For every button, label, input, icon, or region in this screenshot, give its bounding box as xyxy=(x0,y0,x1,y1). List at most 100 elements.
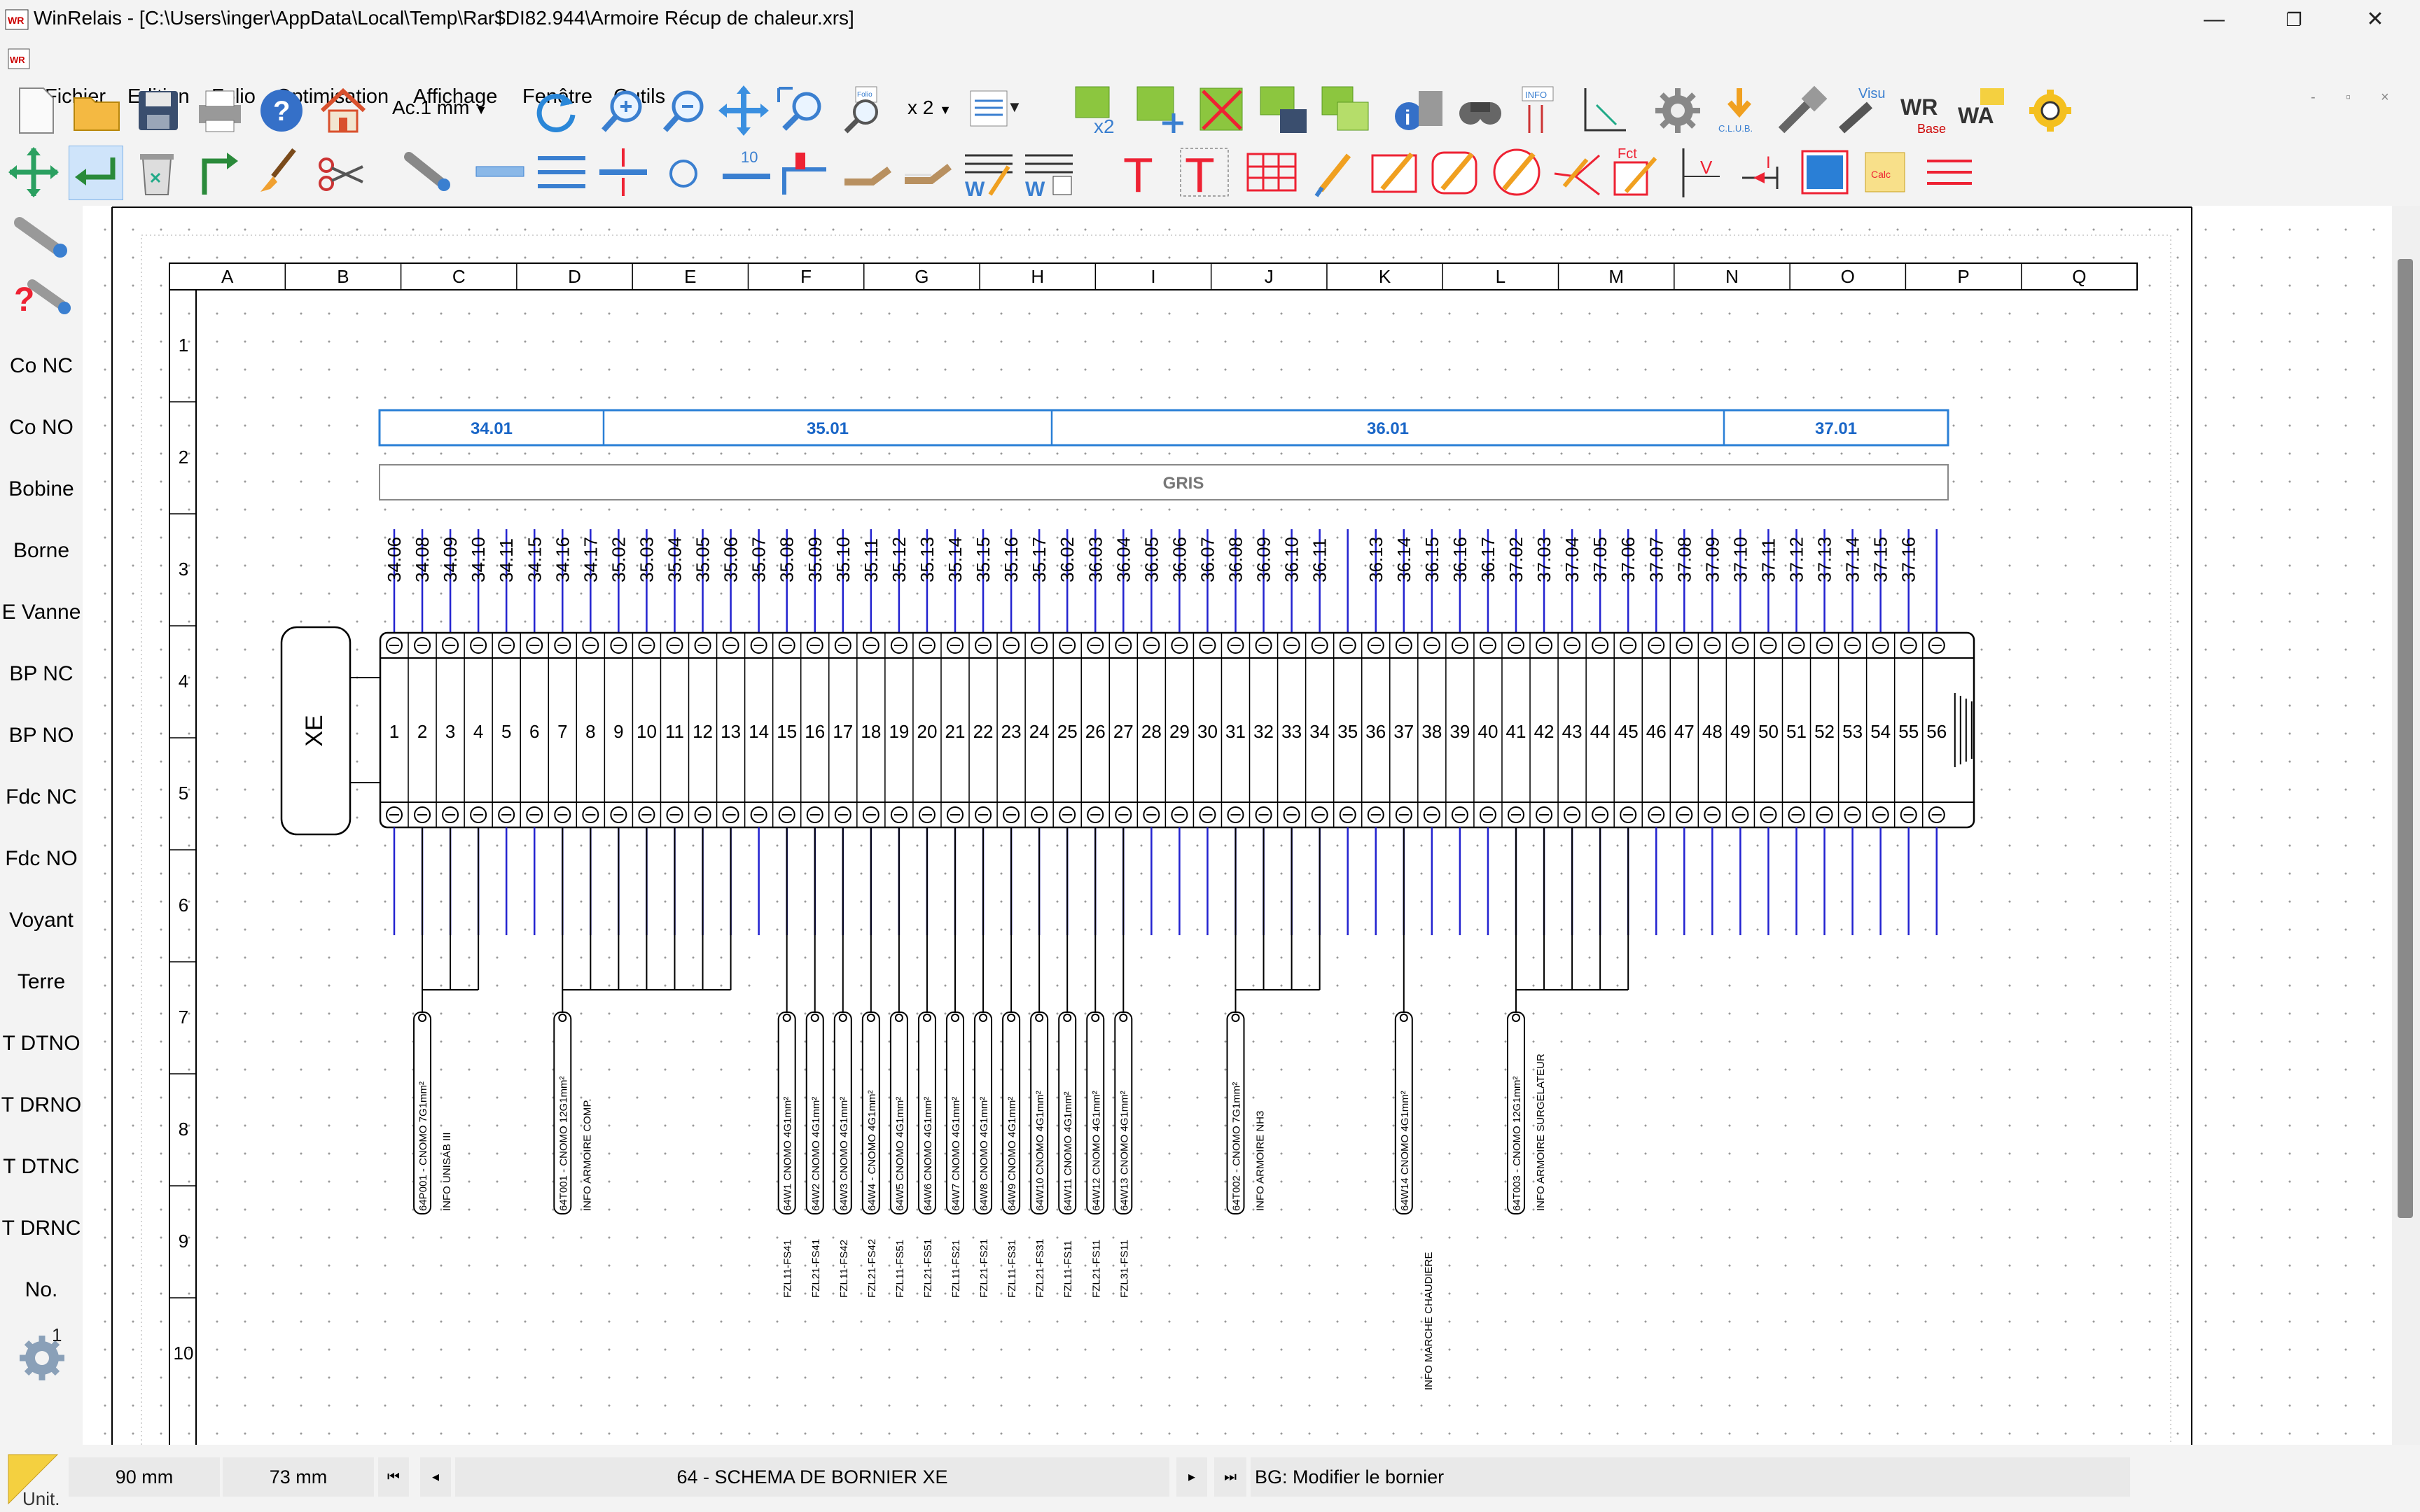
palette-t-drno[interactable]: T DRNO xyxy=(0,1093,83,1117)
image-icon[interactable] xyxy=(1798,146,1851,199)
pen-round-icon[interactable] xyxy=(1428,146,1482,199)
palette-t-drnc[interactable]: T DRNC xyxy=(0,1217,83,1240)
connector-icon[interactable] xyxy=(779,146,832,199)
visu-icon[interactable]: Visu xyxy=(1835,84,1888,137)
last-folio-button[interactable]: ⏭ xyxy=(1214,1457,1246,1497)
component-icon[interactable] xyxy=(11,213,74,262)
palette-co-no[interactable]: Co NO xyxy=(0,416,83,440)
vertical-scrollbar-thumb[interactable] xyxy=(2398,259,2413,1218)
duplicate-x2-icon[interactable]: x2 xyxy=(1073,84,1126,137)
palette-terre[interactable]: Terre xyxy=(0,970,83,994)
zoom-page-icon[interactable]: Folio xyxy=(837,84,891,137)
scale-select[interactable]: Ac.1 mm ▼ xyxy=(392,97,487,119)
top-label-50: 37.11 xyxy=(1758,538,1779,582)
folio-save-icon[interactable] xyxy=(1258,84,1311,137)
palette-t-dtno[interactable]: T DTNO xyxy=(0,1032,83,1056)
note-icon[interactable]: Calc xyxy=(1860,146,1913,199)
zoom-in-icon[interactable] xyxy=(597,84,650,137)
table-icon[interactable] xyxy=(1245,146,1298,199)
scissors-icon[interactable] xyxy=(314,146,367,199)
prev-folio-button[interactable]: ◂ xyxy=(420,1457,451,1497)
pen-icon[interactable] xyxy=(1308,146,1361,199)
print-icon[interactable] xyxy=(193,84,246,137)
trash-icon[interactable] xyxy=(130,146,183,199)
tool-icon[interactable] xyxy=(1774,84,1828,137)
line-icon[interactable] xyxy=(473,146,527,199)
redo-icon[interactable] xyxy=(529,84,583,137)
first-folio-button[interactable]: ⏮ xyxy=(378,1457,409,1497)
minimize-button[interactable]: — xyxy=(2199,6,2230,34)
i-marker-icon[interactable]: I xyxy=(1739,146,1793,199)
save-icon[interactable] xyxy=(132,84,185,137)
arrow-corner-icon[interactable] xyxy=(192,146,245,199)
gear-yellow-icon[interactable] xyxy=(2024,84,2077,137)
pan-icon[interactable] xyxy=(717,84,770,137)
svg-text:WR: WR xyxy=(8,15,24,26)
unit-icon[interactable]: Unit. xyxy=(6,1452,66,1509)
palette-bp-no[interactable]: BP NO xyxy=(0,724,83,748)
mdi-doc-icon[interactable]: WR xyxy=(6,45,34,73)
palette-number[interactable]: No. xyxy=(0,1278,83,1302)
settings-icon[interactable] xyxy=(1651,84,1704,137)
move-icon[interactable] xyxy=(1134,84,1188,137)
restore-button[interactable]: ❐ xyxy=(2279,6,2309,34)
schematic-canvas[interactable]: A B C D E F G H I J K L M N O P Q 1 2 3 4 5 6 7 8 9 10 34.01 35.01 36… xyxy=(83,206,2392,1445)
next-folio-button[interactable]: ▸ xyxy=(1176,1457,1207,1497)
cable-lug xyxy=(1399,1014,1408,1022)
palette-t-dtnc[interactable]: T DTNC xyxy=(0,1155,83,1179)
palette-fdc-nc[interactable]: Fdc NC xyxy=(0,785,83,809)
fct-icon[interactable]: Fct xyxy=(1612,146,1665,199)
palette-bp-nc[interactable]: BP NC xyxy=(0,662,83,686)
folio-list-icon[interactable]: ▼ xyxy=(966,84,1022,137)
wa-icon[interactable]: WA xyxy=(1955,84,2008,137)
zoom-window-icon[interactable] xyxy=(776,84,829,137)
palette-voyant[interactable]: Voyant xyxy=(0,909,83,932)
cable2-icon[interactable] xyxy=(900,146,954,199)
palette-co-nc[interactable]: Co NC xyxy=(0,354,83,378)
scale-value: Ac.1 mm xyxy=(392,97,470,118)
pen-circle-icon[interactable] xyxy=(1490,146,1543,199)
pen-rect-icon[interactable] xyxy=(1368,146,1421,199)
palette-bobine[interactable]: Bobine xyxy=(0,477,83,501)
new-icon[interactable] xyxy=(10,84,63,137)
palette-e-vanne[interactable]: E Vanne xyxy=(0,601,83,624)
split-line-icon[interactable] xyxy=(597,146,650,199)
cable-icon[interactable] xyxy=(840,146,893,199)
download-icon[interactable]: C.L.U.B. xyxy=(1713,84,1766,137)
terminal-number-17: 17 xyxy=(833,721,853,742)
triple-line-icon[interactable] xyxy=(1923,146,1976,199)
text-t-icon[interactable]: T xyxy=(1116,146,1169,202)
info-list-icon[interactable]: INFO xyxy=(1515,84,1569,137)
home-icon[interactable] xyxy=(317,84,370,137)
svg-text:▼: ▼ xyxy=(1007,98,1020,115)
component-help-icon[interactable]: ? xyxy=(11,273,74,322)
palette-fdc-no[interactable]: Fdc NO xyxy=(0,847,83,871)
help-icon[interactable]: ? xyxy=(255,84,308,137)
text-t-box-icon[interactable]: T xyxy=(1178,146,1231,202)
enter-icon[interactable] xyxy=(69,146,123,200)
bus-10-icon[interactable]: 10 xyxy=(720,146,773,199)
move-cross-icon[interactable] xyxy=(7,146,60,199)
info-icon[interactable]: i xyxy=(1393,84,1447,137)
component-palette: ? Co NC Co NO Bobine Borne E Vanne BP NC… xyxy=(0,206,83,1445)
close-button[interactable]: ✕ xyxy=(2360,6,2391,34)
palette-borne[interactable]: Borne xyxy=(0,539,83,563)
open-icon[interactable] xyxy=(70,84,123,137)
v-marker-icon[interactable]: V xyxy=(1676,146,1730,199)
pen-fork-icon[interactable] xyxy=(1552,146,1605,199)
circle-icon[interactable] xyxy=(657,146,710,199)
wr-base-icon[interactable]: WR Base xyxy=(1896,84,1949,137)
brush-icon[interactable] xyxy=(252,146,305,199)
coordinates-icon[interactable] xyxy=(1576,84,1629,137)
multi-line-icon[interactable] xyxy=(535,146,588,199)
row-label-1: 1 xyxy=(179,335,188,356)
search-icon[interactable] xyxy=(1454,84,1507,137)
word-w1-icon[interactable]: W xyxy=(962,146,1015,201)
component-icon[interactable] xyxy=(402,146,455,199)
zoom-factor-select[interactable]: x 2 ▼ xyxy=(908,97,952,119)
palette-settings-icon[interactable]: 1 xyxy=(13,1322,76,1385)
word-w2-icon[interactable]: W xyxy=(1022,146,1076,201)
folio-copy-icon[interactable] xyxy=(1319,84,1372,137)
delete-icon[interactable] xyxy=(1196,84,1249,137)
zoom-out-icon[interactable] xyxy=(658,84,711,137)
